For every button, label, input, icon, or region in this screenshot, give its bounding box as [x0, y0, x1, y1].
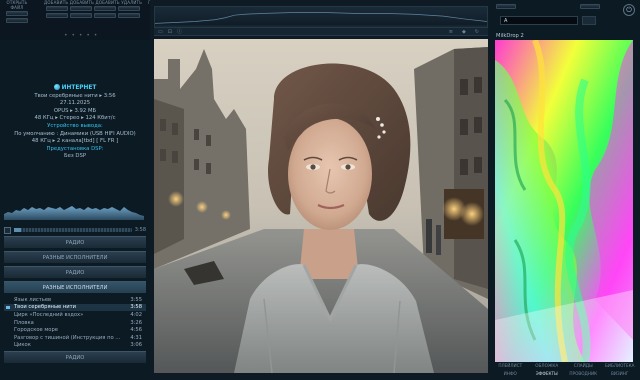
track-duration: 4:02	[130, 311, 142, 318]
tab-1[interactable]: ОБЛОЖКА	[529, 362, 566, 370]
add-url-button-2[interactable]	[94, 13, 117, 18]
info-icon[interactable]: ⓘ	[177, 28, 182, 35]
playlist-header-artists-2[interactable]: РАЗНЫЕ ИСПОЛНИТЕЛИ	[4, 281, 146, 293]
seek-bar[interactable]: 3:58	[4, 226, 146, 234]
playlist-footer-radio[interactable]: РАДИО	[4, 351, 146, 364]
tab-2[interactable]: СЛАЙДЫ	[565, 362, 602, 370]
zoom-icon[interactable]: ⊡	[168, 29, 172, 35]
track-duration: 3:58	[130, 304, 142, 311]
output-device-label: Устройство вывода:	[47, 122, 103, 129]
pager-dots[interactable]: • • • • •	[64, 32, 98, 39]
track-duration: 3:06	[130, 342, 142, 349]
right-toolbar	[496, 4, 634, 9]
toolbar-label-open: ОТКРЫТЬ ФАЙЛ	[6, 0, 28, 10]
track-format: 48 КГц ▸ Стерео ▸ 124 Кбит/с	[34, 115, 116, 122]
add-folder-button-2[interactable]	[70, 13, 93, 18]
search-button[interactable]	[582, 16, 596, 25]
track-name: Городское море	[14, 327, 58, 334]
seek-fill	[14, 228, 22, 232]
playlist: РАДИО РАЗНЫЕ ИСПОЛНИТЕЛИ РАДИО РАЗНЫЕ ИС…	[4, 236, 146, 366]
cover-art	[154, 39, 488, 373]
view-control-bar: ▭ ⊡ ⓘ ≡ ◆ ↻	[154, 28, 488, 36]
track-duration: 3:55	[130, 296, 142, 303]
output-device: По умолчанию : Динамики (USB HIFI AUDIO)	[14, 130, 136, 137]
tab-4[interactable]: ИНФО	[492, 370, 529, 378]
tab-6[interactable]: ПРОВОДНИК	[565, 370, 602, 378]
open-file-button[interactable]	[6, 11, 28, 16]
track-row[interactable]: Городское море 4:56	[4, 326, 146, 334]
visualizer-title: MilkDrop 2	[496, 33, 524, 39]
left-panel: • • • • • ИНТЕРНЕТ Твои серебряные нити …	[0, 32, 150, 380]
refresh-icon[interactable]: ↻	[475, 29, 479, 35]
pin-icon[interactable]: ◆	[462, 29, 466, 35]
track-date: 27.11.2025	[59, 100, 91, 107]
output-format: 48 КГц ▸ 2 канала[tbd] [ FL FR ]	[31, 138, 119, 145]
track-row[interactable]: Язык листьев 3:55	[4, 296, 146, 304]
tab-0[interactable]: ПЛЕЙЛИСТ	[492, 362, 529, 370]
track-title: Твои серебряные нити ▸ 3:56	[34, 92, 116, 99]
search-input[interactable]: A	[500, 16, 578, 25]
power-icon[interactable]: ⏻	[623, 4, 635, 16]
right-panel: ⏻ A MilkDrop 2 ПЛЕЙЛИСТ ОБЛОЖКА СЛАЙДЫ БИБЛ…	[490, 0, 640, 380]
add-url-button[interactable]	[94, 6, 117, 11]
open-url-button[interactable]	[6, 18, 28, 23]
dsp-value: Без DSP	[63, 153, 87, 160]
spectrum-overview[interactable]	[154, 6, 488, 28]
track-list: Язык листьев 3:55 Твои серебряные нити 3:58…	[4, 296, 146, 349]
playlist-header-radio-2[interactable]: РАДИО	[4, 266, 146, 278]
track-row[interactable]: Пловка 3:26	[4, 319, 146, 327]
center-panel: ▭ ⊡ ⓘ ≡ ◆ ↻	[150, 0, 490, 380]
list-icon[interactable]: ≡	[449, 29, 453, 35]
globe-icon	[53, 84, 60, 90]
source-text: ИНТЕРНЕТ	[61, 85, 97, 91]
play-marker-icon	[6, 305, 10, 309]
tab-7[interactable]: ВИЗИНГ	[602, 370, 639, 378]
track-duration: 3:26	[130, 319, 142, 326]
visualizer[interactable]	[495, 40, 633, 362]
track-codec: OPUS ▸ 3.92 MБ	[53, 107, 97, 114]
source-label: ИНТЕРНЕТ	[0, 84, 150, 93]
track-name: Язык листьев	[14, 296, 52, 303]
tab-5[interactable]: ЭФФЕКТЫ	[529, 370, 566, 378]
view-mode-icon[interactable]: ▭	[158, 29, 163, 35]
seek-time: 3:58	[134, 227, 146, 233]
track-row[interactable]: Разговор с тишиной (Инструкция по пр... 4…	[4, 334, 146, 342]
track-name: Разговор с тишиной (Инструкция по пр...	[14, 334, 122, 341]
seek-start-box[interactable]	[4, 226, 11, 234]
remove-button-2[interactable]	[118, 13, 141, 18]
waveform[interactable]	[4, 198, 144, 220]
dsp-label: Предустановка DSP:	[46, 145, 104, 152]
tab-3[interactable]: БИБЛИОТЕКА	[602, 362, 639, 370]
playlist-header-artists-1[interactable]: РАЗНЫЕ ИСПОЛНИТЕЛИ	[4, 251, 146, 263]
track-duration: 4:56	[130, 327, 142, 334]
track-name: Твои серебряные нити	[14, 304, 77, 311]
remove-button[interactable]	[118, 6, 141, 11]
add-folder-button[interactable]	[70, 6, 93, 11]
track-row[interactable]: Цикок 3:06	[4, 342, 146, 350]
right-toolbar-button-2[interactable]	[580, 4, 600, 9]
toolbar-group-open: ОТКРЫТЬ ФАЙЛ	[6, 0, 28, 40]
right-tabs: ПЛЕЙЛИСТ ОБЛОЖКА СЛАЙДЫ БИБЛИОТЕКА ИНФО ЭФФЕК…	[492, 362, 638, 378]
track-info: ИНТЕРНЕТ Твои серебряные нити ▸ 3:56 27.…	[0, 84, 150, 161]
track-name: Цикок	[14, 342, 31, 349]
track-row[interactable]: Цирк «Последний вздох» 4:02	[4, 311, 146, 319]
playlist-header-radio-1[interactable]: РАДИО	[4, 236, 146, 248]
track-row[interactable]: Твои серебряные нити 3:58	[4, 303, 146, 312]
seek-track[interactable]	[14, 228, 132, 232]
toolbar-label-add: ДОБАВИТЬ ДОБАВИТЬ ДОБАВИТЬ УДАЛИТЬ	[44, 0, 143, 5]
add-file-button[interactable]	[46, 6, 69, 11]
track-name: Пловка	[14, 319, 34, 326]
track-duration: 4:31	[130, 334, 142, 341]
add-file-button-2[interactable]	[46, 13, 69, 18]
right-toolbar-button-1[interactable]	[496, 4, 516, 9]
track-name: Цирк «Последний вздох»	[14, 311, 84, 318]
